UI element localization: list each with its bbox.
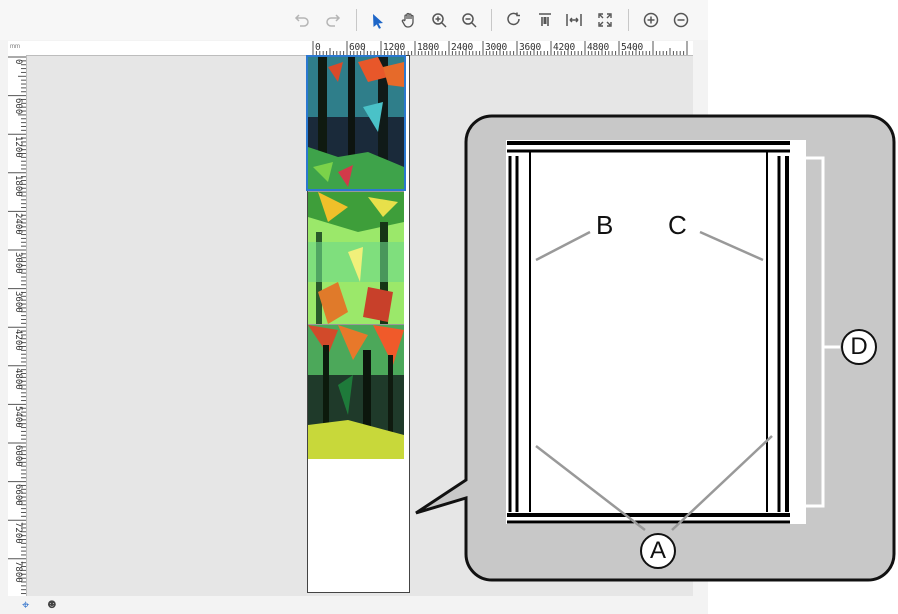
callout-diagram <box>415 114 896 582</box>
callout-label-c: C <box>668 210 687 240</box>
callout-label-a: A <box>640 533 676 569</box>
callout-label-b: B <box>596 210 614 240</box>
callout-label-d: D <box>841 329 877 365</box>
